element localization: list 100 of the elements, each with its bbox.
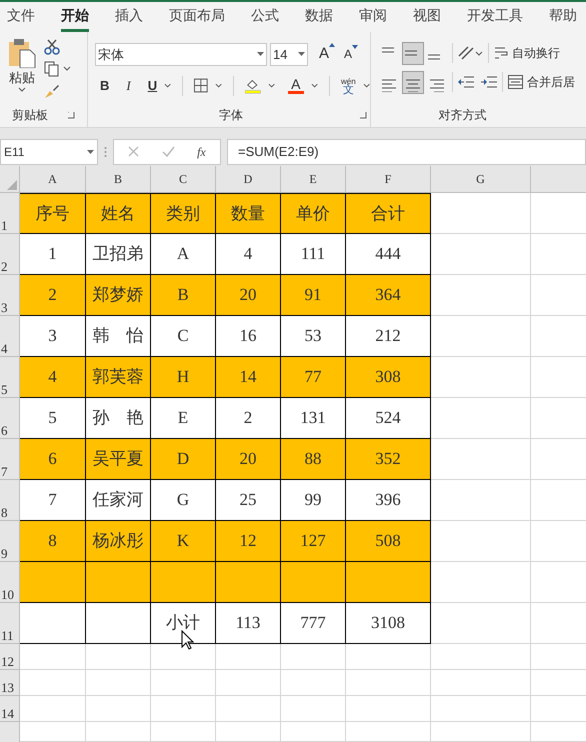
ribbon-tab[interactable]: 帮助 bbox=[549, 2, 577, 32]
table-cell: 郭芙蓉 bbox=[86, 357, 151, 398]
grid-cell bbox=[216, 644, 281, 670]
row-header[interactable]: 7 bbox=[0, 439, 20, 480]
scissors-icon[interactable] bbox=[44, 38, 60, 55]
wrap-text-button[interactable]: 自动换行 bbox=[512, 44, 560, 62]
table-cell: 卫招弟 bbox=[86, 234, 151, 275]
shrink-font-button[interactable]: A bbox=[344, 45, 358, 64]
dropdown-arrow-icon[interactable] bbox=[87, 150, 94, 154]
table-cell: 5 bbox=[20, 398, 86, 439]
table-cell: C bbox=[151, 316, 216, 357]
grid-cell bbox=[281, 696, 346, 722]
table-cell bbox=[86, 562, 151, 603]
table-cell: 16 bbox=[216, 316, 281, 357]
dropdown-arrow-icon[interactable] bbox=[298, 52, 305, 56]
group-label: 对齐方式 bbox=[438, 107, 486, 124]
ribbon-tab[interactable]: 审阅 bbox=[359, 2, 387, 32]
table-cell: 777 bbox=[281, 603, 346, 644]
table-cell: 20 bbox=[216, 439, 281, 480]
wrap-text-icon[interactable] bbox=[494, 46, 508, 60]
ribbon-tab[interactable]: 视图 bbox=[413, 2, 441, 32]
fill-color-icon[interactable] bbox=[245, 77, 261, 94]
table-cell: D bbox=[151, 439, 216, 480]
chevron-down-icon[interactable] bbox=[475, 50, 483, 56]
ribbon-tab[interactable]: 插入 bbox=[115, 2, 143, 32]
row-header[interactable]: 10 bbox=[0, 562, 20, 603]
font-size-field[interactable]: 14 bbox=[270, 42, 308, 66]
row-header[interactable]: 1 bbox=[0, 193, 20, 234]
chevron-down-icon[interactable] bbox=[164, 83, 172, 88]
table-cell: 91 bbox=[281, 275, 346, 316]
grid-cell bbox=[281, 644, 346, 670]
chevron-down-icon[interactable] bbox=[362, 83, 370, 88]
paste-button[interactable]: 粘贴 bbox=[8, 38, 36, 106]
bold-button[interactable]: B bbox=[100, 76, 110, 96]
chevron-down-icon[interactable] bbox=[268, 83, 275, 88]
chevron-down-icon[interactable] bbox=[63, 66, 71, 72]
font-color-button[interactable]: A bbox=[288, 78, 304, 94]
merge-center-button[interactable]: 合并后居 bbox=[527, 73, 575, 92]
insert-function-button[interactable]: fx bbox=[197, 142, 206, 161]
row-header[interactable]: 4 bbox=[0, 316, 20, 357]
row-header[interactable]: 6 bbox=[0, 398, 20, 439]
row-header[interactable]: 9 bbox=[0, 521, 20, 562]
brush-icon[interactable] bbox=[44, 82, 60, 99]
ribbon-tab[interactable]: 公式 bbox=[251, 2, 279, 32]
expand-icon[interactable] bbox=[68, 112, 75, 119]
ribbon-tab[interactable]: 数据 bbox=[305, 2, 333, 32]
table-cell: 4 bbox=[216, 234, 281, 275]
grow-font-button[interactable]: A bbox=[319, 43, 336, 66]
table-cell: 53 bbox=[281, 316, 346, 357]
table-cell: 3108 bbox=[346, 603, 431, 644]
check-icon[interactable] bbox=[162, 146, 175, 158]
table-cell: 212 bbox=[346, 316, 431, 357]
row-header[interactable]: 11 bbox=[0, 603, 20, 644]
chevron-down-icon[interactable] bbox=[18, 87, 26, 92]
decrease-indent-icon[interactable] bbox=[458, 75, 474, 90]
table-cell: 合计 bbox=[346, 193, 431, 234]
column-header[interactable]: G bbox=[431, 166, 531, 193]
row-header[interactable]: 14 bbox=[0, 696, 20, 722]
table-cell: G bbox=[151, 480, 216, 521]
formula-field[interactable]: =SUM(E2:E9) bbox=[227, 138, 586, 165]
row-header[interactable]: 5 bbox=[0, 357, 20, 398]
ribbon-tab[interactable]: 页面布局 bbox=[169, 2, 225, 32]
table-cell: 杨冰彤 bbox=[86, 521, 151, 562]
table-cell: 6 bbox=[20, 439, 86, 480]
table-cell: 444 bbox=[346, 234, 431, 275]
table-cell: 小计 bbox=[151, 603, 216, 644]
table-cell: 序号 bbox=[20, 193, 86, 234]
italic-button[interactable]: I bbox=[126, 76, 131, 96]
copy-icon[interactable] bbox=[44, 60, 60, 77]
table-cell: 2 bbox=[20, 275, 86, 316]
table-cell: 20 bbox=[216, 275, 281, 316]
ribbon-tab[interactable]: 开发工具 bbox=[467, 2, 523, 32]
drag-handle-icon bbox=[104, 146, 107, 158]
font-name-field[interactable]: 宋体 bbox=[95, 42, 267, 66]
merge-cells-icon[interactable] bbox=[508, 75, 523, 90]
row-header[interactable]: 2 bbox=[0, 234, 20, 275]
row-header[interactable]: 3 bbox=[0, 275, 20, 316]
name-box[interactable]: E11 bbox=[0, 138, 98, 165]
expand-icon[interactable] bbox=[360, 112, 367, 119]
table-cell: 1 bbox=[20, 234, 86, 275]
chevron-down-icon[interactable] bbox=[214, 83, 222, 88]
underline-button[interactable]: U bbox=[148, 76, 158, 96]
dropdown-arrow-icon[interactable] bbox=[257, 52, 264, 56]
row-header[interactable]: 12 bbox=[0, 644, 20, 670]
borders-icon[interactable] bbox=[194, 78, 208, 94]
increase-indent-icon[interactable] bbox=[481, 75, 497, 90]
phonetic-button[interactable]: wén 文 bbox=[341, 76, 356, 95]
down-triangle-icon bbox=[352, 45, 358, 50]
table-cell: 308 bbox=[346, 357, 431, 398]
table-cell: E bbox=[151, 398, 216, 439]
table-cell: 数量 bbox=[216, 193, 281, 234]
row-header[interactable]: 8 bbox=[0, 480, 20, 521]
text-angle-icon[interactable] bbox=[458, 46, 474, 60]
grid-cell bbox=[20, 644, 86, 670]
table-cell: 364 bbox=[346, 275, 431, 316]
grid-cell bbox=[216, 722, 281, 742]
row-header[interactable]: 13 bbox=[0, 670, 20, 696]
chevron-down-icon[interactable] bbox=[310, 83, 318, 88]
table-cell: 131 bbox=[281, 398, 346, 439]
ribbon-tab[interactable]: 文件 bbox=[7, 2, 35, 32]
